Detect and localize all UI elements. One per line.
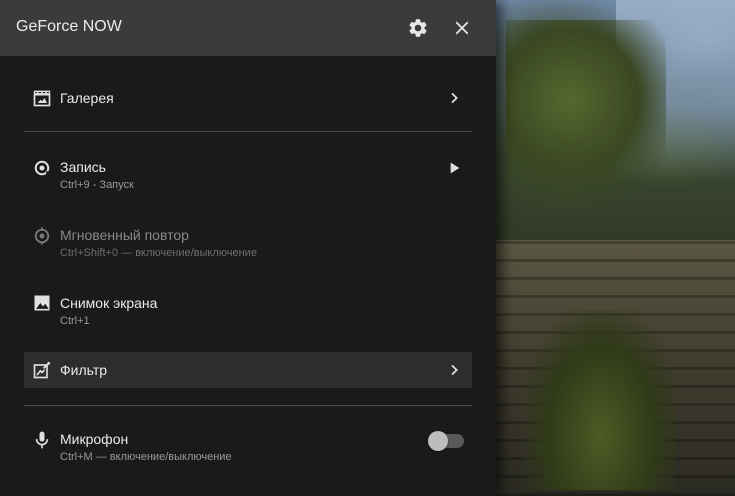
microphone-shortcut: Ctrl+M — включение/выключение (60, 451, 232, 463)
play-icon (450, 162, 460, 174)
gallery-label: Галерея (60, 90, 114, 106)
instant-replay-icon (34, 227, 50, 245)
record-label: Запись (60, 159, 106, 175)
microphone-toggle[interactable] (428, 431, 464, 451)
screenshot-label: Снимок экрана (60, 295, 158, 311)
record-icon (34, 160, 51, 176)
microphone-icon (35, 431, 49, 449)
chevron-right-icon (451, 92, 458, 104)
record-shortcut: Ctrl+9 - Запуск (60, 179, 134, 191)
game-background (496, 0, 735, 496)
close-button[interactable] (450, 16, 474, 40)
settings-button[interactable] (406, 16, 430, 40)
instant-replay-label: Мгновенный повтор (60, 227, 189, 243)
instant-replay-shortcut: Ctrl+Shift+0 — включение/выключение (60, 247, 257, 259)
chevron-right-icon (451, 364, 458, 376)
screenshot-menu-item[interactable]: Снимок экрана Ctrl+1 (24, 288, 472, 332)
record-menu-item[interactable]: Запись Ctrl+9 - Запуск (24, 152, 472, 196)
microphone-label: Микрофон (60, 431, 129, 447)
filter-menu-item[interactable]: Фильтр (24, 352, 472, 388)
fern-plant (526, 310, 676, 490)
overlay-panel: GeForce NOW Галерея Запись Ctrl+9 - Запу… (0, 0, 496, 496)
screenshot-shortcut: Ctrl+1 (60, 315, 90, 327)
toggle-knob (428, 431, 448, 451)
image-icon (34, 295, 50, 311)
panel-header: GeForce NOW (0, 0, 496, 56)
instant-replay-menu-item[interactable]: Мгновенный повтор Ctrl+Shift+0 — включен… (24, 220, 472, 264)
gear-icon (409, 19, 427, 37)
divider (24, 405, 472, 406)
app-title: GeForce NOW (16, 18, 122, 35)
gallery-menu-item[interactable]: Галерея (24, 80, 472, 116)
filter-icon (33, 361, 51, 379)
gallery-icon (33, 90, 51, 107)
microphone-menu-item[interactable]: Микрофон Ctrl+M — включение/выключение (24, 424, 472, 468)
filter-label: Фильтр (60, 362, 108, 378)
close-icon (455, 21, 469, 35)
tree-canopy (506, 20, 666, 220)
divider (24, 131, 472, 132)
